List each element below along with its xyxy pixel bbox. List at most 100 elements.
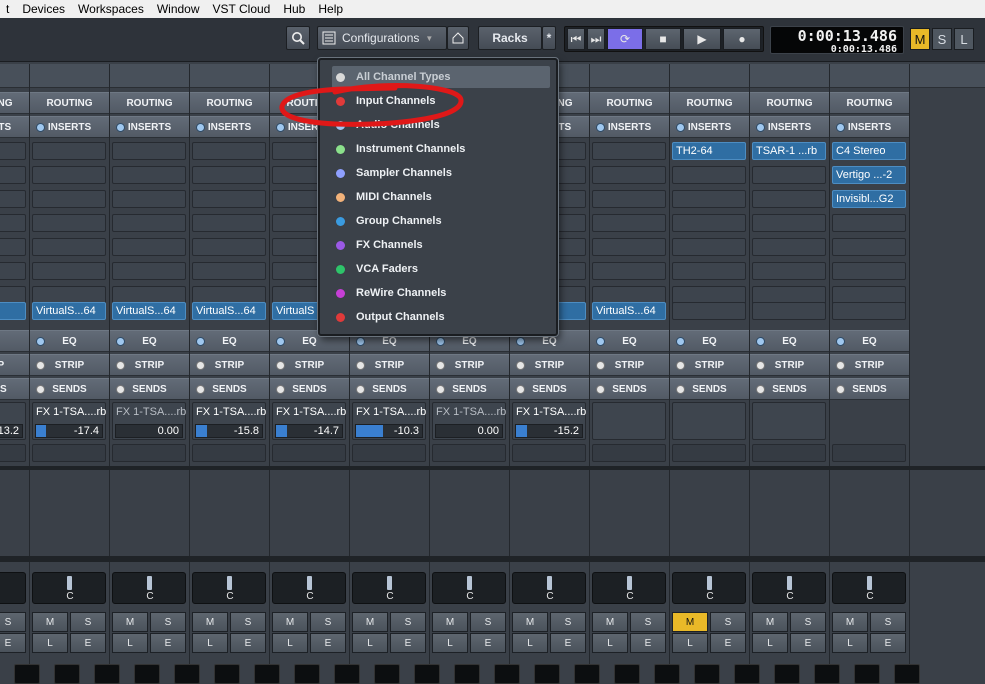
- configuration-menu-item[interactable]: FX Channels: [332, 234, 550, 256]
- insert-slot[interactable]: [112, 142, 186, 160]
- solo-button[interactable]: S: [630, 612, 666, 632]
- sends-section[interactable]: SENDS: [590, 378, 669, 400]
- sends-section[interactable]: SENDS: [750, 378, 829, 400]
- send-slot-empty[interactable]: [112, 444, 186, 462]
- edit-button[interactable]: E: [710, 633, 746, 653]
- mute-button[interactable]: M: [512, 612, 548, 632]
- send-slot-empty[interactable]: [752, 444, 826, 462]
- power-icon[interactable]: [436, 336, 445, 346]
- play-button[interactable]: ▶: [683, 28, 721, 50]
- insert-slot[interactable]: [832, 262, 906, 280]
- fader-handle[interactable]: [774, 664, 800, 684]
- insert-slot[interactable]: [752, 166, 826, 184]
- menu-item[interactable]: Hub: [277, 2, 312, 16]
- insert-slot[interactable]: [112, 262, 186, 280]
- configuration-menu-item[interactable]: Group Channels: [332, 210, 550, 232]
- fader-handle[interactable]: [734, 664, 760, 684]
- edit-button[interactable]: E: [550, 633, 586, 653]
- insert-slot[interactable]: [0, 166, 26, 184]
- send-level[interactable]: -10.3: [355, 424, 423, 438]
- pan-knob[interactable]: [707, 576, 712, 590]
- eq-section[interactable]: EQ: [670, 330, 749, 352]
- mute-button[interactable]: M: [432, 612, 468, 632]
- listen-button[interactable]: L: [192, 633, 228, 653]
- configuration-menu-item[interactable]: Audio Channels: [332, 114, 550, 136]
- pan-control[interactable]: C: [832, 572, 906, 604]
- pan-control[interactable]: C: [272, 572, 346, 604]
- fader-handle[interactable]: [414, 664, 440, 684]
- solo-button[interactable]: S: [870, 612, 906, 632]
- power-icon[interactable]: [676, 384, 685, 394]
- send-slot[interactable]: [672, 402, 746, 440]
- stop-button[interactable]: ■: [645, 28, 681, 50]
- strip-section[interactable]: STRIP: [350, 354, 429, 376]
- insert-slot[interactable]: TH2-64: [672, 142, 746, 160]
- fader-handle[interactable]: [334, 664, 360, 684]
- listen-button[interactable]: L: [352, 633, 388, 653]
- insert-slot[interactable]: [32, 166, 106, 184]
- home-button[interactable]: [447, 26, 469, 50]
- fader-handle[interactable]: [254, 664, 280, 684]
- vst-slot[interactable]: [832, 302, 906, 320]
- insert-slot[interactable]: [32, 262, 106, 280]
- insert-slot[interactable]: [192, 190, 266, 208]
- edit-button[interactable]: E: [790, 633, 826, 653]
- fader-handle[interactable]: [894, 664, 920, 684]
- insert-slot[interactable]: [192, 238, 266, 256]
- solo-button[interactable]: S: [390, 612, 426, 632]
- insert-slot[interactable]: [0, 262, 26, 280]
- edit-button[interactable]: E: [0, 633, 26, 653]
- power-icon[interactable]: [516, 384, 525, 394]
- power-icon[interactable]: [356, 384, 365, 394]
- send-slot-empty[interactable]: [0, 444, 26, 462]
- fader-handle[interactable]: [294, 664, 320, 684]
- mute-button[interactable]: M: [832, 612, 868, 632]
- pan-control[interactable]: C: [112, 572, 186, 604]
- power-icon[interactable]: [596, 384, 605, 394]
- mute-button[interactable]: M: [112, 612, 148, 632]
- send-slot-empty[interactable]: [352, 444, 426, 462]
- sends-section[interactable]: SENDS: [350, 378, 429, 400]
- send-level[interactable]: 0.00: [435, 424, 503, 438]
- pan-knob[interactable]: [627, 576, 632, 590]
- insert-slot[interactable]: [672, 166, 746, 184]
- power-icon[interactable]: [676, 360, 685, 370]
- listen-button[interactable]: L: [752, 633, 788, 653]
- insert-slot[interactable]: [832, 238, 906, 256]
- configuration-menu-item[interactable]: Output Channels: [332, 306, 550, 328]
- power-icon[interactable]: [596, 360, 605, 370]
- insert-slot[interactable]: [0, 238, 26, 256]
- listen-button[interactable]: L: [592, 633, 628, 653]
- edit-button[interactable]: E: [870, 633, 906, 653]
- power-icon[interactable]: [756, 360, 765, 370]
- strip-section[interactable]: STRIP: [270, 354, 349, 376]
- pan-control[interactable]: C: [752, 572, 826, 604]
- inserts-section[interactable]: INSERTS: [190, 116, 269, 138]
- listen-button[interactable]: L: [112, 633, 148, 653]
- power-icon[interactable]: [196, 384, 205, 394]
- sends-section[interactable]: SENDS: [0, 378, 29, 400]
- send-level[interactable]: 0.00: [115, 424, 183, 438]
- mute-button[interactable]: M: [672, 612, 708, 632]
- pan-knob[interactable]: [787, 576, 792, 590]
- power-icon[interactable]: [356, 336, 365, 346]
- configuration-menu-item[interactable]: Instrument Channels: [332, 138, 550, 160]
- insert-slot[interactable]: [192, 142, 266, 160]
- strip-section[interactable]: STRIP: [110, 354, 189, 376]
- configuration-menu-item[interactable]: Input Channels: [332, 90, 550, 112]
- global-listen-button[interactable]: L: [954, 28, 974, 50]
- insert-slot[interactable]: [592, 214, 666, 232]
- pan-control[interactable]: C: [592, 572, 666, 604]
- insert-slot[interactable]: [32, 214, 106, 232]
- vst-slot[interactable]: VirtualS...64: [32, 302, 106, 320]
- insert-slot[interactable]: [672, 238, 746, 256]
- strip-section[interactable]: STRIP: [0, 354, 29, 376]
- strip-section[interactable]: STRIP: [430, 354, 509, 376]
- edit-button[interactable]: E: [70, 633, 106, 653]
- pan-control[interactable]: C: [512, 572, 586, 604]
- inserts-section[interactable]: INSERTS: [0, 116, 29, 138]
- listen-button[interactable]: L: [32, 633, 68, 653]
- routing-section[interactable]: ROUTING: [830, 92, 909, 114]
- power-icon[interactable]: [516, 336, 525, 346]
- send-slot-empty[interactable]: [32, 444, 106, 462]
